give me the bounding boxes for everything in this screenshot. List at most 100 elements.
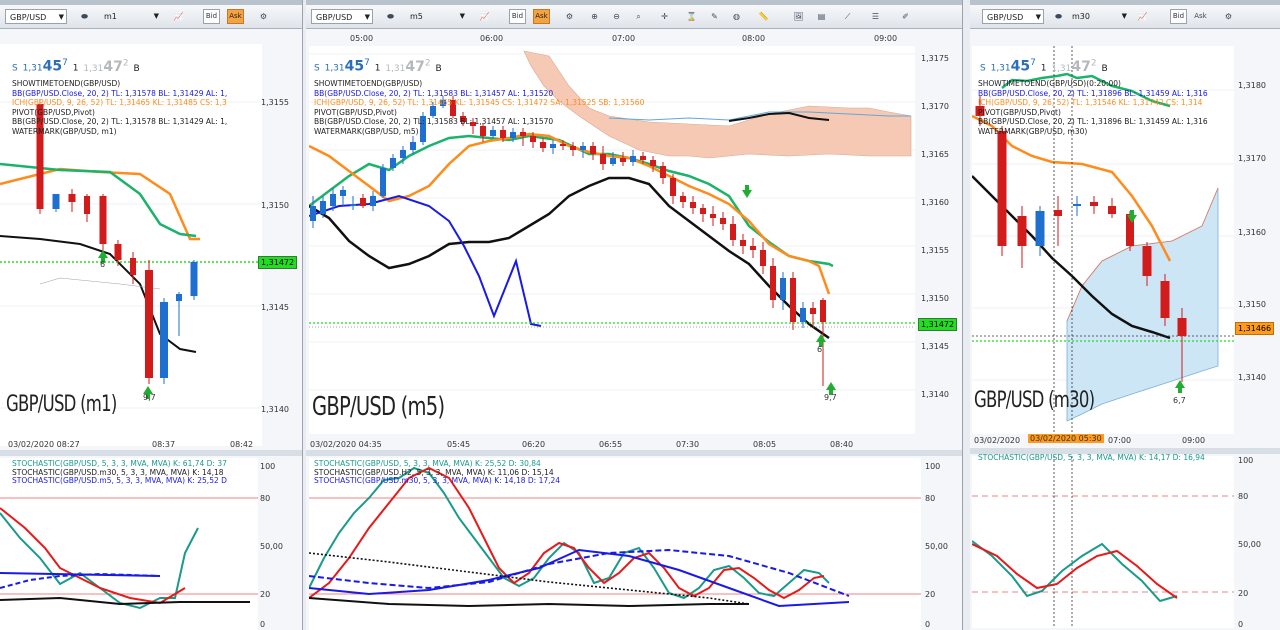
price-tick: 1,3175 xyxy=(921,54,949,63)
pane-separator[interactable] xyxy=(0,450,302,456)
price-tick: 1,3150 xyxy=(1238,300,1266,309)
candle xyxy=(99,196,107,244)
pen-icon[interactable]: ✐ xyxy=(897,9,914,24)
arrow-label: 6 xyxy=(100,260,106,269)
indicator-label: ICH(GBP/USD, 9, 26, 52) TL: 1,31546 KL: … xyxy=(978,98,1203,107)
candle xyxy=(600,154,606,164)
chart-type-icon[interactable]: ⬬ xyxy=(76,9,93,24)
indicators-icon[interactable]: 📈 xyxy=(170,9,187,24)
stoch-tick: 20 xyxy=(925,590,936,599)
settings-icon[interactable]: ⚙ xyxy=(561,9,578,24)
stoch-tick: 100 xyxy=(260,462,276,471)
price-tick: 1,3140 xyxy=(261,405,289,414)
timeframe-select[interactable]: m5 ▼ xyxy=(410,9,465,24)
ask-button[interactable]: Ask xyxy=(227,9,244,24)
current-price-marker: 1,31466 xyxy=(1235,322,1275,335)
bid-button[interactable]: Bid xyxy=(509,9,526,24)
chart-window-m5: GBP/USD ▼ ⬬ m5 ▼ 📈 Bid Ask ⚙ ⊕ ⊖ ⌕ ✛ ⌛ ✎ ◍… xyxy=(306,0,963,630)
price-tick: 1,3170 xyxy=(1238,154,1266,163)
chart-type-icon[interactable]: ⬬ xyxy=(382,9,399,24)
indicator-label: PIVOT(GBP/USD,Pivot) xyxy=(314,107,397,117)
zoom-out-icon[interactable]: ⊖ xyxy=(608,9,625,24)
time-tick: 08:42 xyxy=(230,440,254,449)
drawing-tools-icon[interactable]: ⟋ xyxy=(839,9,856,24)
stochastic-legend: STOCHASTIC(GBP/USD, 5, 3, 3, MVA, MVA) K… xyxy=(12,459,227,486)
chart-type-icon[interactable]: ⬬ xyxy=(1050,9,1067,24)
symbol-select[interactable]: GBP/USD ▼ xyxy=(982,9,1044,24)
chart-watermark: GBP/USD (m30) xyxy=(974,388,1095,413)
indicator-label: BB(GBP/USD.Close, 20, 2) TL: 1,31896 BL:… xyxy=(978,117,1208,126)
indicator-legend: SHOWTIMETOEND(GBP/USD)(0:20:00) BB(GBP/U… xyxy=(978,79,1208,136)
candle xyxy=(340,190,346,196)
save-template-icon[interactable]: ▤ xyxy=(813,9,830,24)
arrow-label: 6 xyxy=(817,345,823,354)
candle xyxy=(52,194,60,209)
stochastic-chart-m30[interactable] xyxy=(972,456,1234,628)
stoch-tick: 0 xyxy=(260,620,266,629)
indicator-label: BB(GBP/USD.Close, 20, 2) TL: 1,31896 BL:… xyxy=(978,88,1208,98)
price-tick: 1,3155 xyxy=(261,98,289,107)
bid-button[interactable]: Bid xyxy=(1170,9,1187,24)
price-tick: 1,3170 xyxy=(921,102,949,111)
indicators-icon[interactable]: 📈 xyxy=(476,9,493,24)
menu-icon[interactable]: ☰ xyxy=(867,9,884,24)
candle xyxy=(740,240,746,246)
chevron-down-icon: ▼ xyxy=(1035,13,1041,21)
arrow-label: 9,7 xyxy=(824,393,837,402)
settings-icon[interactable]: ⚙ xyxy=(1220,9,1237,24)
candle xyxy=(660,166,666,178)
symbol-value: GBP/USD xyxy=(316,13,353,22)
bid-ask-quote: S 1,31457 1 1,31472 B xyxy=(980,58,1108,75)
candle xyxy=(1108,206,1116,214)
candle xyxy=(700,208,706,214)
time-tick: 06:20 xyxy=(522,440,546,449)
candle xyxy=(710,214,716,218)
symbol-value: GBP/USD xyxy=(10,13,47,22)
indicators-icon[interactable]: 📈 xyxy=(1134,9,1151,24)
candle xyxy=(400,150,406,158)
candle xyxy=(1090,202,1098,206)
indicator-label: BB(GBP/USD.Close, 20, 2) TL: 1,31583 BL:… xyxy=(314,88,554,98)
stoch-tick: 0 xyxy=(1238,620,1244,629)
crosshair-icon[interactable]: ✛ xyxy=(656,9,673,24)
pane-separator[interactable] xyxy=(306,450,962,456)
indicator-label: WATERMARK(GBP/USD, m30) xyxy=(978,126,1088,136)
timeframe-select[interactable]: m1 ▼ xyxy=(104,9,159,24)
settings-icon[interactable]: ⚙ xyxy=(255,9,272,24)
indicator-label: SHOWTIMETOEND(GBP/USD)(0:20:00) xyxy=(978,79,1121,88)
candle xyxy=(720,218,726,224)
price-tick: 1,3145 xyxy=(921,342,949,351)
time-tick: 08:40 xyxy=(830,440,854,449)
top-time-tick: 06:00 xyxy=(480,34,504,43)
timeframe-select[interactable]: m30 ▼ xyxy=(1072,9,1127,24)
candle xyxy=(770,266,776,300)
stoch-tick: 80 xyxy=(1238,492,1249,501)
symbol-select[interactable]: GBP/USD ▼ xyxy=(5,9,67,24)
zoom-fit-icon[interactable]: ⌕ xyxy=(630,9,647,24)
time-tick: 05:45 xyxy=(447,440,471,449)
candle xyxy=(114,244,122,260)
hourglass-icon[interactable]: ⌛ xyxy=(683,9,700,24)
ask-button[interactable]: Ask xyxy=(533,9,550,24)
ruler-icon[interactable]: 📏 xyxy=(755,9,772,24)
tools-icon[interactable]: ✎ xyxy=(706,9,723,24)
candle xyxy=(84,196,90,214)
candle xyxy=(790,278,796,322)
image-icon[interactable]: 🖼 xyxy=(790,9,807,24)
price-tick: 1,3160 xyxy=(1238,228,1266,237)
price-tick: 1,3155 xyxy=(921,246,949,255)
chart-toolbar: GBP/USD ▼ ⬬ m30 ▼ 📈 Bid Ask ⚙ xyxy=(970,5,1280,29)
stoch-tick: 50,00 xyxy=(1238,540,1261,549)
stoch-tick: 50,00 xyxy=(925,542,948,551)
candle xyxy=(610,158,616,164)
current-price-marker: 1,31472 xyxy=(918,318,958,331)
globe-icon[interactable]: ◍ xyxy=(728,9,745,24)
price-tick: 1,3145 xyxy=(261,303,289,312)
timeframe-value: m1 xyxy=(104,12,117,21)
bid-button[interactable]: Bid xyxy=(203,9,220,24)
candle xyxy=(670,178,676,196)
symbol-select[interactable]: GBP/USD ▼ xyxy=(311,9,373,24)
zoom-in-icon[interactable]: ⊕ xyxy=(586,9,603,24)
ask-button[interactable]: Ask xyxy=(1192,9,1209,24)
price-tick: 1,3150 xyxy=(921,294,949,303)
